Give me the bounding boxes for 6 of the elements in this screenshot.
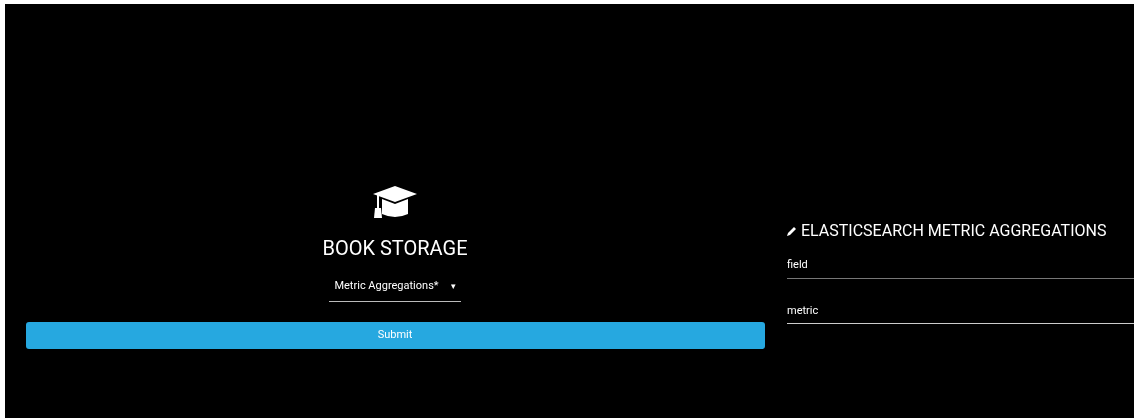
aggregation-dropdown[interactable]: Metric Aggregations* ▾	[329, 278, 461, 302]
text-field[interactable]: field	[787, 255, 1134, 279]
pencil-icon	[787, 226, 797, 236]
text-field[interactable]: metric	[787, 300, 1134, 324]
panel-heading: ELASTICSEARCH METRIC AGGREGATIONS	[801, 220, 1107, 242]
app-title: BOOK STORAGE	[322, 236, 468, 260]
